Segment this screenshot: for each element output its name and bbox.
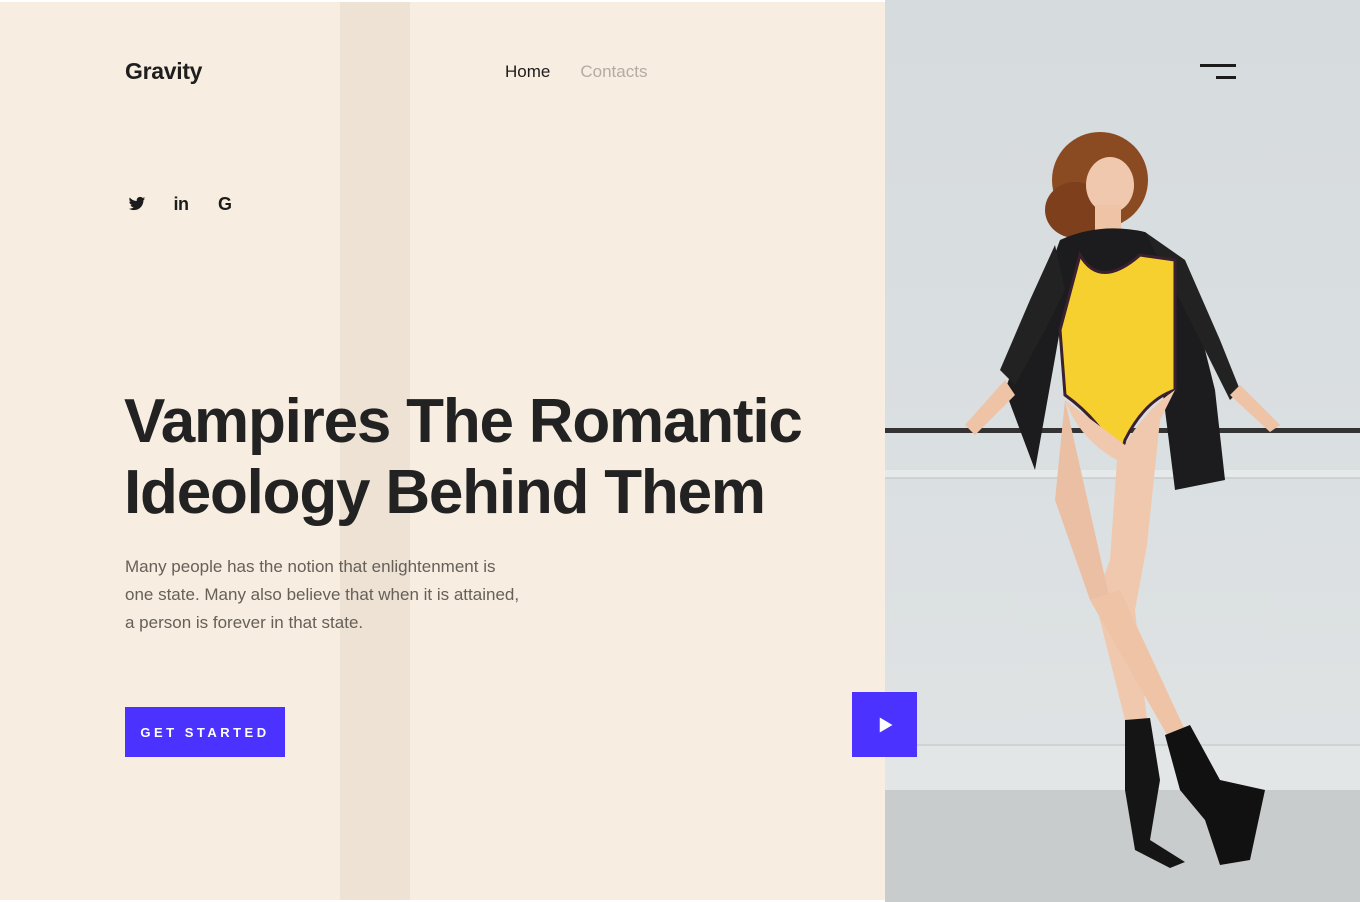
menu-line	[1216, 76, 1236, 79]
hero-photo	[885, 0, 1360, 902]
hero-description: Many people has the notion that enlighte…	[125, 553, 575, 637]
hero-description-line: Many people has the notion that enlighte…	[125, 557, 496, 576]
hero-title-line: Ideology Behind Them	[124, 458, 766, 527]
play-icon	[879, 717, 892, 732]
hamburger-menu-icon[interactable]	[1200, 64, 1236, 84]
nav-contacts[interactable]: Contacts	[580, 62, 647, 82]
get-started-button[interactable]: GET STARTED	[125, 707, 285, 757]
google-icon[interactable]: G	[215, 194, 235, 214]
brand-logo[interactable]: Gravity	[125, 58, 202, 85]
play-video-button[interactable]	[852, 692, 917, 757]
twitter-icon[interactable]	[127, 194, 147, 214]
hero-description-line: one state. Many also believe that when i…	[125, 585, 520, 604]
main-nav: Home Contacts	[505, 62, 647, 82]
social-links: in G	[127, 194, 235, 214]
hero-title-line: Vampires The Romantic	[124, 387, 803, 456]
menu-line	[1200, 64, 1236, 67]
hero-title: Vampires The Romantic Ideology Behind Th…	[124, 386, 804, 528]
hero-description-line: a person is forever in that state.	[125, 613, 364, 632]
hero-photo-illustration	[885, 132, 1360, 902]
nav-home[interactable]: Home	[505, 62, 550, 82]
linkedin-icon[interactable]: in	[171, 194, 191, 214]
